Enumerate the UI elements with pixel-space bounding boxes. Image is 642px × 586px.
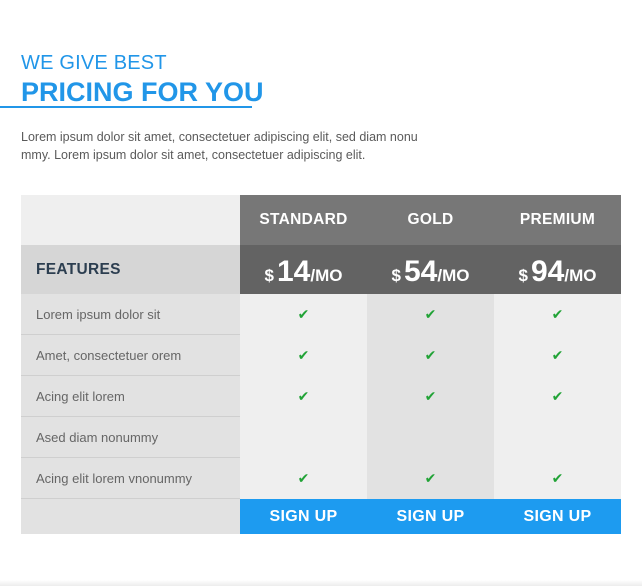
check-icon: ✔ bbox=[424, 470, 437, 486]
signup-row-spacer bbox=[21, 499, 240, 534]
signup-button-standard[interactable]: SIGN UP bbox=[240, 499, 367, 534]
price-period: /MO bbox=[564, 266, 597, 285]
feature-cell-gold bbox=[367, 417, 494, 458]
price-amount: 54 bbox=[403, 255, 438, 288]
title-underline bbox=[0, 106, 252, 108]
check-icon: ✔ bbox=[551, 388, 564, 404]
feature-row: Acing elit lorem ✔ ✔ ✔ bbox=[21, 376, 621, 417]
feature-cell-gold: ✔ bbox=[367, 294, 494, 335]
check-icon: ✔ bbox=[551, 347, 564, 363]
feature-label: Amet, consectetuer orem bbox=[21, 335, 240, 376]
feature-cell-standard: ✔ bbox=[240, 376, 367, 417]
feature-cell-standard bbox=[240, 417, 367, 458]
feature-cell-gold: ✔ bbox=[367, 458, 494, 499]
feature-cell-premium: ✔ bbox=[494, 376, 621, 417]
feature-label: Acing elit lorem bbox=[21, 376, 240, 417]
feature-cell-standard: ✔ bbox=[240, 458, 367, 499]
page-title: PRICING FOR YOU bbox=[21, 77, 264, 107]
feature-row: Amet, consectetuer orem ✔ ✔ ✔ bbox=[21, 335, 621, 376]
intro-text: Lorem ipsum dolor sit amet, consectetuer… bbox=[21, 128, 461, 164]
signup-button-gold[interactable]: SIGN UP bbox=[367, 499, 494, 534]
plan-name-standard: STANDARD bbox=[240, 195, 367, 245]
check-icon: ✔ bbox=[297, 470, 310, 486]
feature-label: Acing elit lorem vnonummy bbox=[21, 458, 240, 499]
feature-cell-premium: ✔ bbox=[494, 458, 621, 499]
page-subtitle: WE GIVE BEST bbox=[21, 52, 167, 74]
pricing-heading: WE GIVE BEST PRICING FOR YOU bbox=[21, 52, 264, 107]
feature-cell-standard: ✔ bbox=[240, 294, 367, 335]
features-label: FEATURES bbox=[21, 245, 240, 294]
plan-name-premium: PREMIUM bbox=[494, 195, 621, 245]
plan-name-gold: GOLD bbox=[367, 195, 494, 245]
price-period: /MO bbox=[437, 266, 470, 285]
feature-cell-premium: ✔ bbox=[494, 335, 621, 376]
check-icon: ✔ bbox=[424, 347, 437, 363]
feature-cell-premium bbox=[494, 417, 621, 458]
intro-line: Lorem ipsum dolor sit amet, consectetuer… bbox=[21, 130, 418, 144]
feature-label: Ased diam nonummy bbox=[21, 417, 240, 458]
feature-cell-gold: ✔ bbox=[367, 335, 494, 376]
pricing-table: STANDARD GOLD PREMIUM FEATURES $ 14 /MO … bbox=[21, 195, 621, 534]
feature-row: Acing elit lorem vnonummy ✔ ✔ ✔ bbox=[21, 458, 621, 499]
signup-row: SIGN UP SIGN UP SIGN UP bbox=[21, 499, 621, 534]
feature-cell-premium: ✔ bbox=[494, 294, 621, 335]
feature-cell-gold: ✔ bbox=[367, 376, 494, 417]
check-icon: ✔ bbox=[297, 388, 310, 404]
price-premium: $ 94 /MO bbox=[494, 245, 621, 294]
bottom-divider bbox=[0, 580, 642, 586]
price-amount: 94 bbox=[530, 255, 565, 288]
currency-symbol: $ bbox=[518, 266, 528, 285]
check-icon: ✔ bbox=[551, 470, 564, 486]
price-gold: $ 54 /MO bbox=[367, 245, 494, 294]
price-standard: $ 14 /MO bbox=[240, 245, 367, 294]
plan-header-row: STANDARD GOLD PREMIUM bbox=[21, 195, 621, 245]
price-amount: 14 bbox=[276, 255, 311, 288]
check-icon: ✔ bbox=[424, 388, 437, 404]
price-period: /MO bbox=[310, 266, 343, 285]
check-icon: ✔ bbox=[424, 306, 437, 322]
empty-corner-cell bbox=[21, 195, 240, 245]
signup-button-premium[interactable]: SIGN UP bbox=[494, 499, 621, 534]
price-row: FEATURES $ 14 /MO $ 54 /MO $ 94 /MO bbox=[21, 245, 621, 294]
check-icon: ✔ bbox=[297, 306, 310, 322]
feature-cell-standard: ✔ bbox=[240, 335, 367, 376]
feature-row: Ased diam nonummy bbox=[21, 417, 621, 458]
intro-line: mmy. Lorem ipsum dolor sit amet, consect… bbox=[21, 148, 366, 162]
currency-symbol: $ bbox=[391, 266, 401, 285]
check-icon: ✔ bbox=[551, 306, 564, 322]
currency-symbol: $ bbox=[264, 266, 274, 285]
check-icon: ✔ bbox=[297, 347, 310, 363]
feature-rows: Lorem ipsum dolor sit ✔ ✔ ✔ Amet, consectetu… bbox=[21, 294, 621, 499]
feature-row: Lorem ipsum dolor sit ✔ ✔ ✔ bbox=[21, 294, 621, 335]
feature-label: Lorem ipsum dolor sit bbox=[21, 294, 240, 335]
